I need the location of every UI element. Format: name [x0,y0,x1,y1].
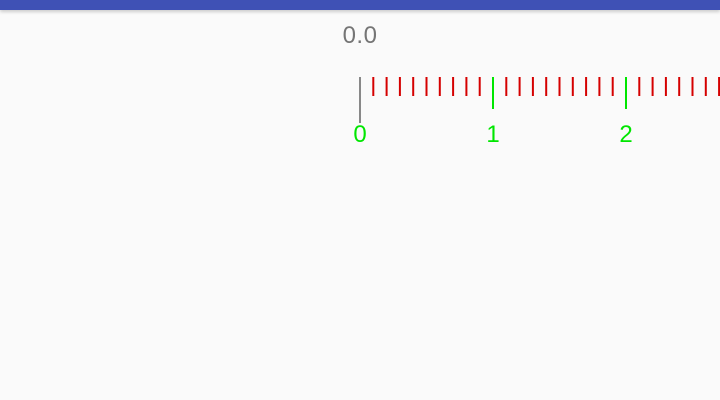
ruler-label: 2 [619,121,632,148]
ruler-label: 0 [353,121,366,148]
ruler-scale[interactable]: 0 1 2 [0,60,720,160]
ruler-svg[interactable]: 0 1 2 [0,60,720,160]
app-bar [0,0,720,10]
ruler-label: 1 [486,121,499,148]
ruler-value-readout: 0.0 [342,22,378,49]
